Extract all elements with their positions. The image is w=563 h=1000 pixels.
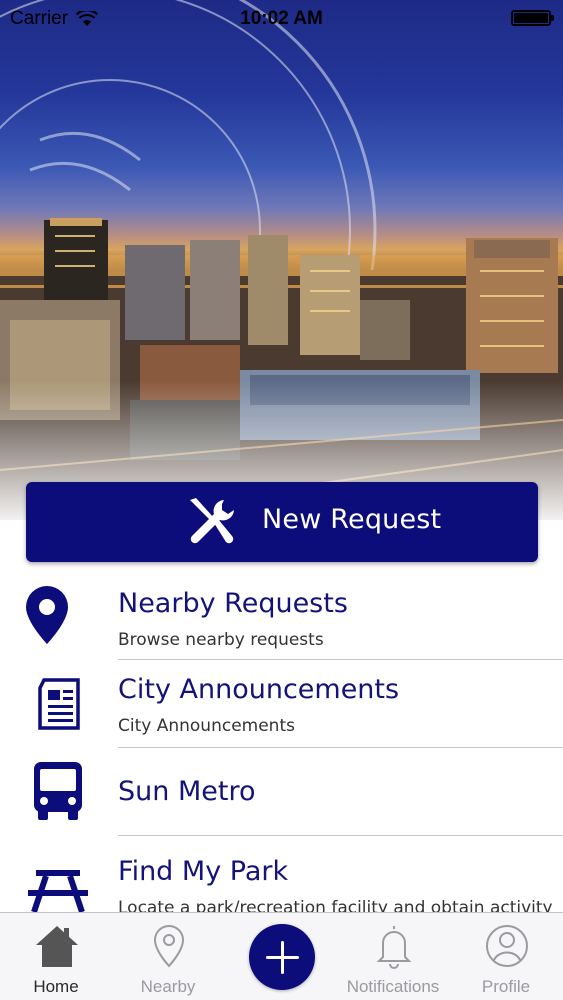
home-icon [36,926,78,967]
plus-icon[interactable] [249,924,315,990]
map-pin-outline-icon [153,924,185,968]
tab-label: Profile [481,977,531,996]
new-request-button[interactable]: New Request [26,482,538,562]
menu-item-find-my-park[interactable]: Find My Park Locate a park/recreation fa… [0,836,563,912]
tab-home[interactable]: Home [0,913,112,1000]
new-request-label: New Request [262,504,442,535]
menu-item-nearby-requests[interactable]: Nearby Requests Browse nearby requests [0,574,563,660]
menu-item-title: City Announcements [118,674,400,705]
menu-item-title: Sun Metro [118,776,256,807]
tab-profile[interactable]: Profile [450,913,562,1000]
tools-icon [190,498,234,544]
clock: 10:02 AM [240,8,323,29]
map-pin-icon [26,586,68,644]
menu-item-sun-metro[interactable]: Sun Metro [0,748,563,836]
tab-notifications[interactable]: Notifications [337,913,449,1000]
tab-nearby[interactable]: Nearby [112,913,224,1000]
menu-item-title: Find My Park [118,856,289,887]
bell-icon [376,926,412,969]
menu-item-subtitle: Browse nearby requests [118,630,324,650]
document-icon [38,678,80,730]
battery-icon [511,10,554,26]
user-icon [486,925,528,967]
tab-label: Home [33,977,79,996]
tab-label: Notifications [346,977,440,996]
status-bar: Carrier 10:02 AM [0,0,563,38]
menu-item-subtitle: City Announcements [118,716,295,736]
menu-item-city-announcements[interactable]: City Announcements City Announcements [0,660,563,748]
menu-item-title: Nearby Requests [118,588,348,619]
picnic-table-icon [28,870,88,912]
menu-item-subtitle: Locate a park/recreation facility and ob… [118,898,553,912]
hero-city-image [0,0,563,520]
tab-label: Nearby [140,977,196,996]
bus-icon [34,762,82,820]
